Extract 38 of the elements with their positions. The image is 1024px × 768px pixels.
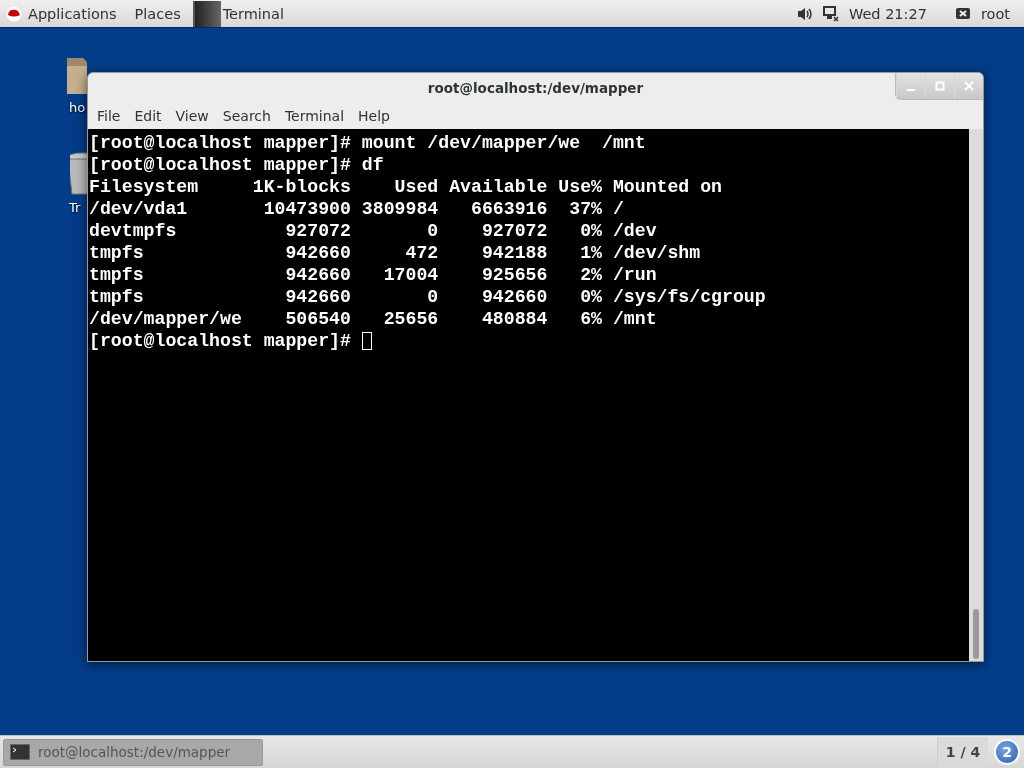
window-title: root@localhost:/dev/mapper — [427, 80, 644, 96]
top-menu[interactable]: Applications — [22, 5, 129, 22]
terminal-line: devtmpfs 927072 0 927072 0% /dev — [89, 220, 657, 242]
terminal-line: Filesystem 1K-blocks Used Available Use% Mounted on — [89, 176, 723, 198]
scrollbar[interactable] — [969, 129, 983, 661]
scrollbar-thumb[interactable] — [973, 609, 979, 659]
menu-item[interactable]: Terminal — [277, 108, 352, 124]
terminal-line: [root@localhost mapper]# — [89, 330, 352, 352]
maximize-icon — [935, 81, 945, 91]
terminal-line: tmpfs 942660 472 942188 1% /dev/shm — [89, 242, 701, 264]
close-icon — [964, 81, 974, 91]
desktop-icon-label[interactable]: Tr — [69, 200, 81, 215]
user-icon[interactable] — [954, 5, 971, 22]
text-cursor — [361, 332, 372, 350]
terminal-line: [root@localhost mapper]# mount /dev/mapper/we /mnt — [89, 132, 646, 154]
menu-item[interactable]: File — [90, 108, 128, 124]
menu-item[interactable]: Help — [351, 108, 397, 124]
desktop-icon-label[interactable]: ho — [69, 100, 86, 115]
terminal-app-icon — [192, 0, 221, 27]
active-app-label[interactable]: Terminal — [222, 5, 284, 22]
trash-icon[interactable] — [70, 152, 87, 196]
terminal-line: [root@localhost mapper]# df — [89, 154, 384, 176]
clock[interactable]: Wed 21:27 — [848, 5, 927, 22]
terminal-line: tmpfs 942660 17004 925656 2% /run — [89, 264, 657, 286]
menu-item[interactable]: Search — [215, 108, 278, 124]
minimize-icon — [907, 89, 915, 91]
terminal-line: tmpfs 942660 0 942660 0% /sys/fs/cgroup — [89, 286, 766, 308]
menu-item[interactable]: Edit — [127, 108, 169, 124]
menu-item[interactable]: View — [168, 108, 216, 124]
top-menu[interactable]: Places — [128, 5, 193, 22]
terminal-icon — [10, 744, 30, 760]
terminal-line: /dev/vda1 10473900 3809984 6663916 37% / — [89, 198, 624, 220]
workspace-indicator[interactable]: 1 / 4 — [937, 737, 988, 767]
volume-icon[interactable] — [796, 5, 813, 22]
hat-logo-icon — [6, 5, 22, 22]
network-icon[interactable] — [822, 5, 839, 22]
terminal-line: /dev/mapper/we 506540 25656 480884 6% /mnt — [89, 308, 657, 330]
user-menu[interactable]: root — [980, 5, 1010, 22]
